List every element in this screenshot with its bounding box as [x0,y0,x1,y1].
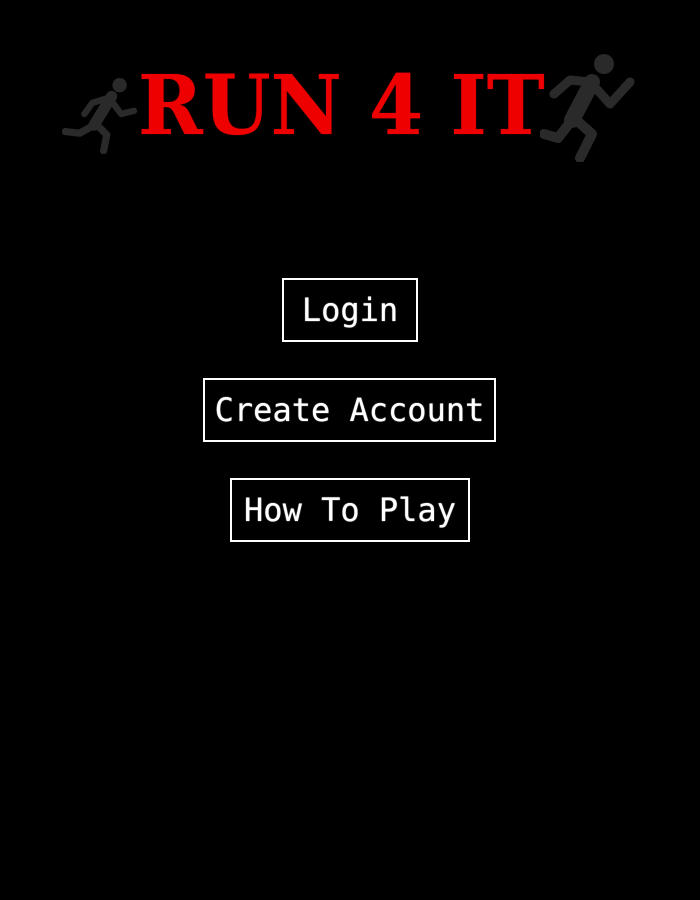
login-button[interactable]: Login [282,278,418,342]
main-menu-screen: RUN 4 IT Login Create Account How To Pla… [0,0,700,900]
how-to-play-button[interactable]: How To Play [230,478,470,542]
game-logo: RUN 4 IT [60,50,640,170]
running-man-icon [62,78,138,154]
create-account-button-label: Create Account [214,391,485,429]
how-to-play-button-label: How To Play [244,491,456,529]
logo-title: RUN 4 IT [138,58,545,154]
create-account-button[interactable]: Create Account [203,378,496,442]
login-button-label: Login [301,291,399,329]
running-man-icon [540,54,635,162]
